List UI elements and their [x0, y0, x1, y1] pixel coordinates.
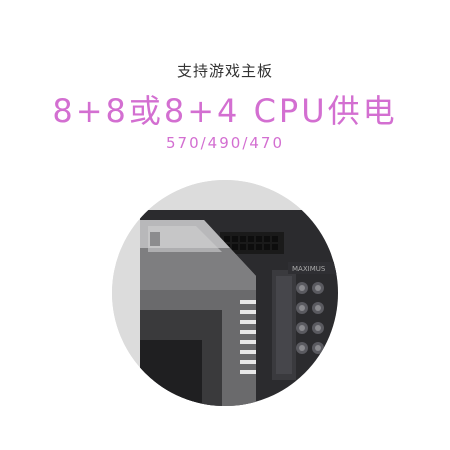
- product-photo: MAXIMUS: [112, 180, 338, 406]
- chipset-list: 570/490/470: [166, 134, 284, 152]
- headline: 8+8或8+4 CPU供电: [52, 92, 398, 130]
- promo-page: 支持游戏主板 8+8或8+4 CPU供电 570/490/470 MAXIMUS: [0, 0, 450, 450]
- subtitle: 支持游戏主板: [176, 62, 273, 80]
- motherboard-illustration: MAXIMUS: [112, 180, 338, 406]
- board-marking: MAXIMUS: [292, 265, 326, 273]
